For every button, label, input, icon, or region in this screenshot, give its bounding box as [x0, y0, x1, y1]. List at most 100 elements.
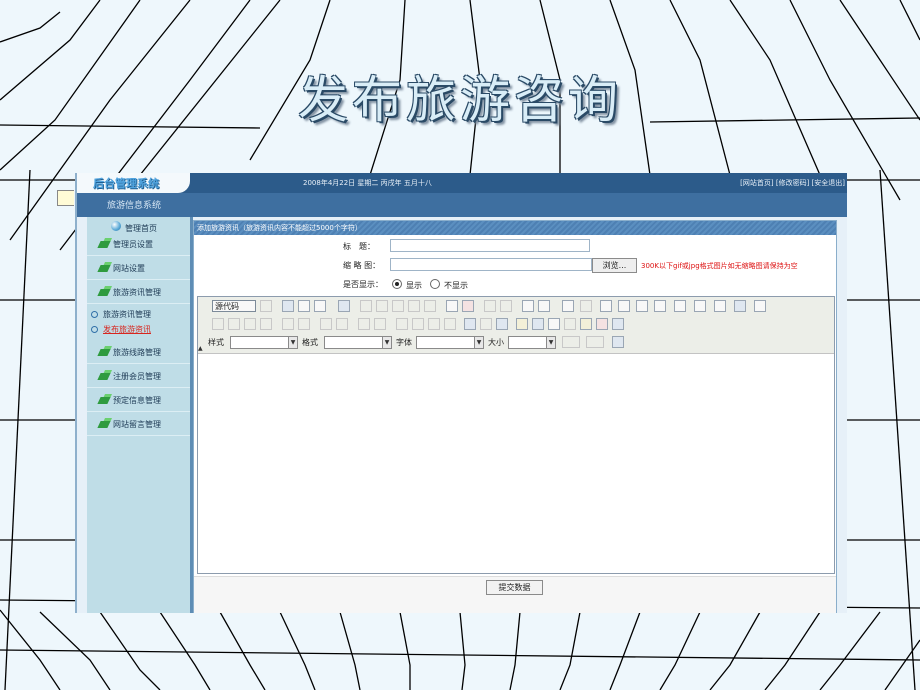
save-icon[interactable] — [282, 300, 294, 312]
italic-icon[interactable] — [228, 318, 240, 330]
align-left-icon[interactable] — [396, 318, 408, 330]
editor-content-area[interactable] — [198, 354, 834, 573]
horizontal-rule-icon[interactable] — [564, 318, 576, 330]
size-label: 大小 — [488, 338, 504, 347]
format-label: 格式 — [302, 338, 318, 347]
radio-button-icon[interactable] — [636, 300, 648, 312]
underline-icon[interactable] — [244, 318, 256, 330]
submit-button[interactable]: 提交数据 — [486, 580, 543, 595]
print-icon[interactable] — [446, 300, 458, 312]
sidebar: 管理首页 管理员设置 网站设置 旅游资讯管理 旅游资讯管理 发布旅游资讯 旅游线… — [87, 217, 193, 613]
browse-button[interactable]: 浏览... — [592, 258, 637, 273]
sidebar-item-messages[interactable]: 网站留言管理 — [87, 413, 190, 436]
sidebar-item-admin-settings[interactable]: 管理员设置 — [87, 233, 190, 256]
select-all-icon[interactable] — [562, 300, 574, 312]
logo-text: 后台管理系统 — [93, 177, 159, 190]
link-icon[interactable] — [464, 318, 476, 330]
folder-icon — [97, 373, 111, 380]
align-right-icon[interactable] — [428, 318, 440, 330]
outdent-icon[interactable] — [358, 318, 370, 330]
submit-bar: 提交数据 — [194, 576, 836, 613]
sidebar-subitem-publish-news[interactable]: 发布旅游资讯 — [91, 324, 151, 335]
chevron-down-icon: ▼ — [474, 337, 483, 348]
new-page-icon[interactable] — [298, 300, 310, 312]
bold-icon[interactable] — [212, 318, 224, 330]
redo-icon[interactable] — [500, 300, 512, 312]
chevron-down-icon: ▼ — [288, 337, 297, 348]
rich-text-editor: 源代码 样式 ▼ 格式 ▼ 字体 ▼ 大小 ▼ ▲ — [197, 296, 835, 574]
toolbar-row-2 — [206, 317, 826, 333]
align-justify-icon[interactable] — [444, 318, 456, 330]
subscript-icon[interactable] — [282, 318, 294, 330]
sub-bar: 旅游信息系统 — [77, 193, 847, 217]
display-no-label: 不显示 — [444, 281, 468, 290]
top-bar: 后台管理系统 2008年4月22日 星期二 丙戌年 五月十八 [网站首页] [修… — [77, 173, 847, 193]
copy-icon[interactable] — [376, 300, 388, 312]
ordered-list-icon[interactable] — [320, 318, 332, 330]
special-char-icon[interactable] — [596, 318, 608, 330]
sidebar-item-bookings[interactable]: 预定信息管理 — [87, 389, 190, 412]
sidebar-item-members[interactable]: 注册会员管理 — [87, 365, 190, 388]
find-icon[interactable] — [522, 300, 534, 312]
anchor-icon[interactable] — [496, 318, 508, 330]
thumbnail-label: 缩 略 图： — [343, 261, 381, 270]
style-select[interactable]: ▼ — [230, 336, 298, 349]
unlink-icon[interactable] — [480, 318, 492, 330]
strikethrough-icon[interactable] — [260, 318, 272, 330]
paste-text-icon[interactable] — [408, 300, 420, 312]
sidebar-subitem-news-manage[interactable]: 旅游资讯管理 — [91, 309, 151, 320]
unordered-list-icon[interactable] — [336, 318, 348, 330]
sidebar-item-travel-news[interactable]: 旅游资讯管理 — [87, 281, 190, 304]
image-button-icon[interactable] — [734, 300, 746, 312]
format-select[interactable]: ▼ — [324, 336, 392, 349]
templates-icon[interactable] — [338, 300, 350, 312]
sidebar-subitem-label: 旅游资讯管理 — [103, 310, 151, 319]
editor-toolbar: 源代码 样式 ▼ 格式 ▼ 字体 ▼ 大小 ▼ ▲ — [198, 297, 834, 354]
checkbox-icon[interactable] — [618, 300, 630, 312]
table-icon[interactable] — [548, 318, 560, 330]
superscript-icon[interactable] — [298, 318, 310, 330]
page-break-icon[interactable] — [612, 318, 624, 330]
paste-word-icon[interactable] — [424, 300, 436, 312]
sidebar-item-label: 预定信息管理 — [113, 396, 161, 405]
thumbnail-input[interactable] — [390, 258, 592, 271]
folder-icon — [97, 397, 111, 404]
sidebar-item-site-settings[interactable]: 网站设置 — [87, 257, 190, 280]
sidebar-item-routes[interactable]: 旅游线路管理 — [87, 341, 190, 364]
select-field-icon[interactable] — [694, 300, 706, 312]
preview-icon[interactable] — [260, 300, 272, 312]
cut-icon[interactable] — [360, 300, 372, 312]
title-input[interactable] — [390, 239, 590, 252]
background-color-icon[interactable] — [586, 336, 604, 348]
align-center-icon[interactable] — [412, 318, 424, 330]
display-no-radio[interactable] — [430, 279, 440, 289]
collapse-toolbar-icon[interactable]: ▲ — [198, 345, 203, 352]
button-field-icon[interactable] — [714, 300, 726, 312]
replace-icon[interactable] — [538, 300, 550, 312]
paste-icon[interactable] — [392, 300, 404, 312]
size-select[interactable]: ▼ — [508, 336, 556, 349]
undo-icon[interactable] — [484, 300, 496, 312]
fit-window-icon[interactable] — [612, 336, 624, 348]
image-icon[interactable] — [516, 318, 528, 330]
folder-icon — [97, 265, 111, 272]
indent-icon[interactable] — [374, 318, 386, 330]
form-icon[interactable] — [600, 300, 612, 312]
remove-format-icon[interactable] — [580, 300, 592, 312]
smiley-icon[interactable] — [580, 318, 592, 330]
sidebar-item-label: 网站留言管理 — [113, 420, 161, 429]
font-label: 字体 — [396, 338, 412, 347]
textarea-icon[interactable] — [674, 300, 686, 312]
text-field-icon[interactable] — [654, 300, 666, 312]
bullet-icon — [91, 311, 98, 318]
spellcheck-icon[interactable] — [462, 300, 474, 312]
text-color-icon[interactable] — [562, 336, 580, 348]
hidden-field-icon[interactable] — [754, 300, 766, 312]
flash-icon[interactable] — [532, 318, 544, 330]
font-select[interactable]: ▼ — [416, 336, 484, 349]
top-links[interactable]: [网站首页] [修改密码] [安全退出] — [740, 178, 845, 188]
source-code-button[interactable]: 源代码 — [212, 300, 256, 312]
globe-icon — [111, 221, 121, 231]
print-preview-icon[interactable] — [314, 300, 326, 312]
display-yes-radio[interactable] — [392, 279, 402, 289]
